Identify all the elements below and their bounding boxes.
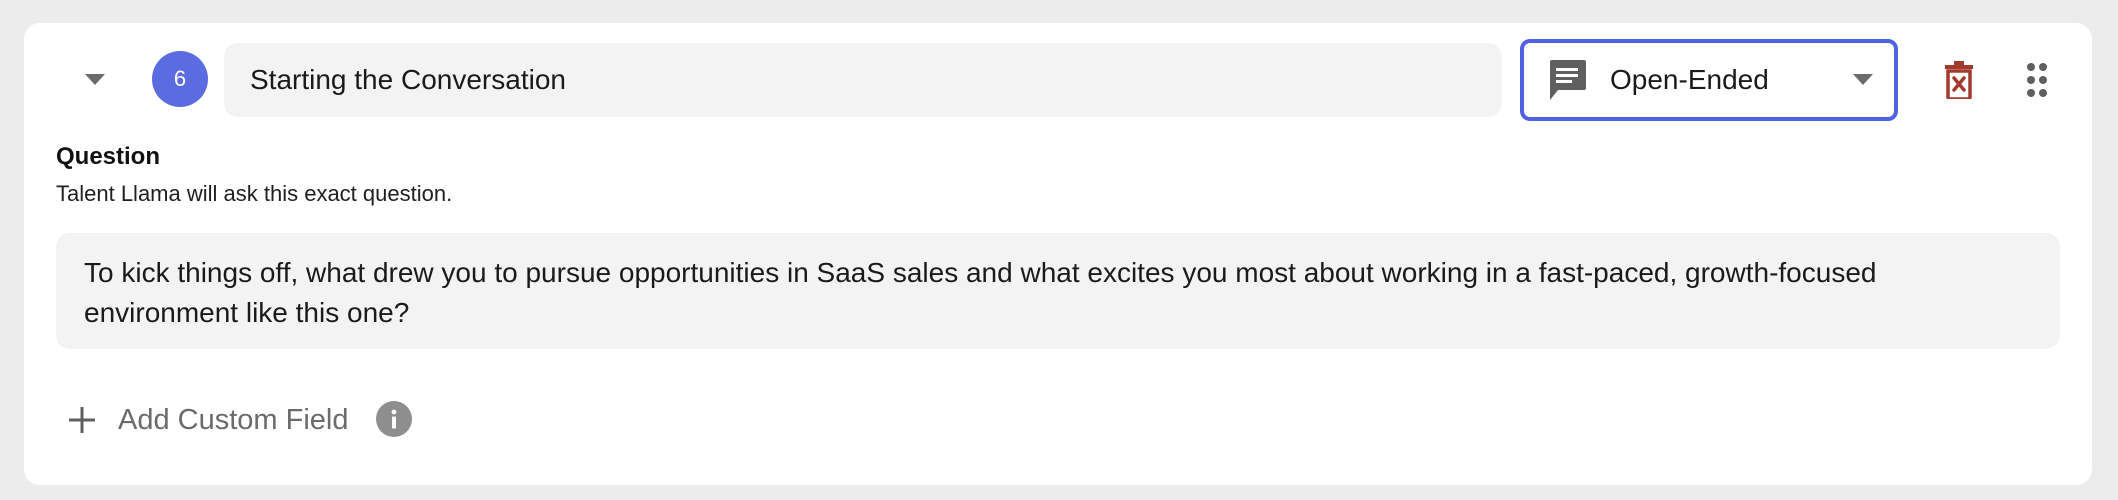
- plus-icon: [69, 407, 95, 433]
- drag-dots-icon: [2027, 63, 2047, 97]
- question-title-input[interactable]: Starting the Conversation: [224, 43, 1502, 117]
- step-number-badge: 6: [152, 51, 208, 107]
- chevron-down-icon: [85, 74, 105, 85]
- question-card: 6 Starting the Conversation Open-Ended Q…: [24, 23, 2092, 485]
- question-type-label: Open-Ended: [1610, 64, 1769, 95]
- chat-bubble-icon: [1550, 60, 1586, 100]
- delete-question-button[interactable]: [1936, 53, 1982, 107]
- delete-icon: [1945, 61, 1973, 99]
- collapse-toggle[interactable]: [60, 45, 130, 115]
- question-heading: Question: [56, 143, 161, 170]
- question-helper-text: Talent Llama will ask this exact questio…: [56, 181, 453, 206]
- question-type-select[interactable]: Open-Ended: [1520, 39, 1898, 121]
- add-custom-field-button[interactable]: Add Custom Field: [68, 395, 349, 445]
- drag-handle[interactable]: [2014, 53, 2060, 107]
- add-custom-field-label: Add Custom Field: [118, 403, 349, 436]
- question-text-field[interactable]: To kick things off, what drew you to pur…: [56, 233, 2060, 349]
- info-icon[interactable]: [376, 401, 412, 437]
- chevron-down-icon: [1853, 74, 1873, 85]
- info-glyph: [391, 409, 397, 429]
